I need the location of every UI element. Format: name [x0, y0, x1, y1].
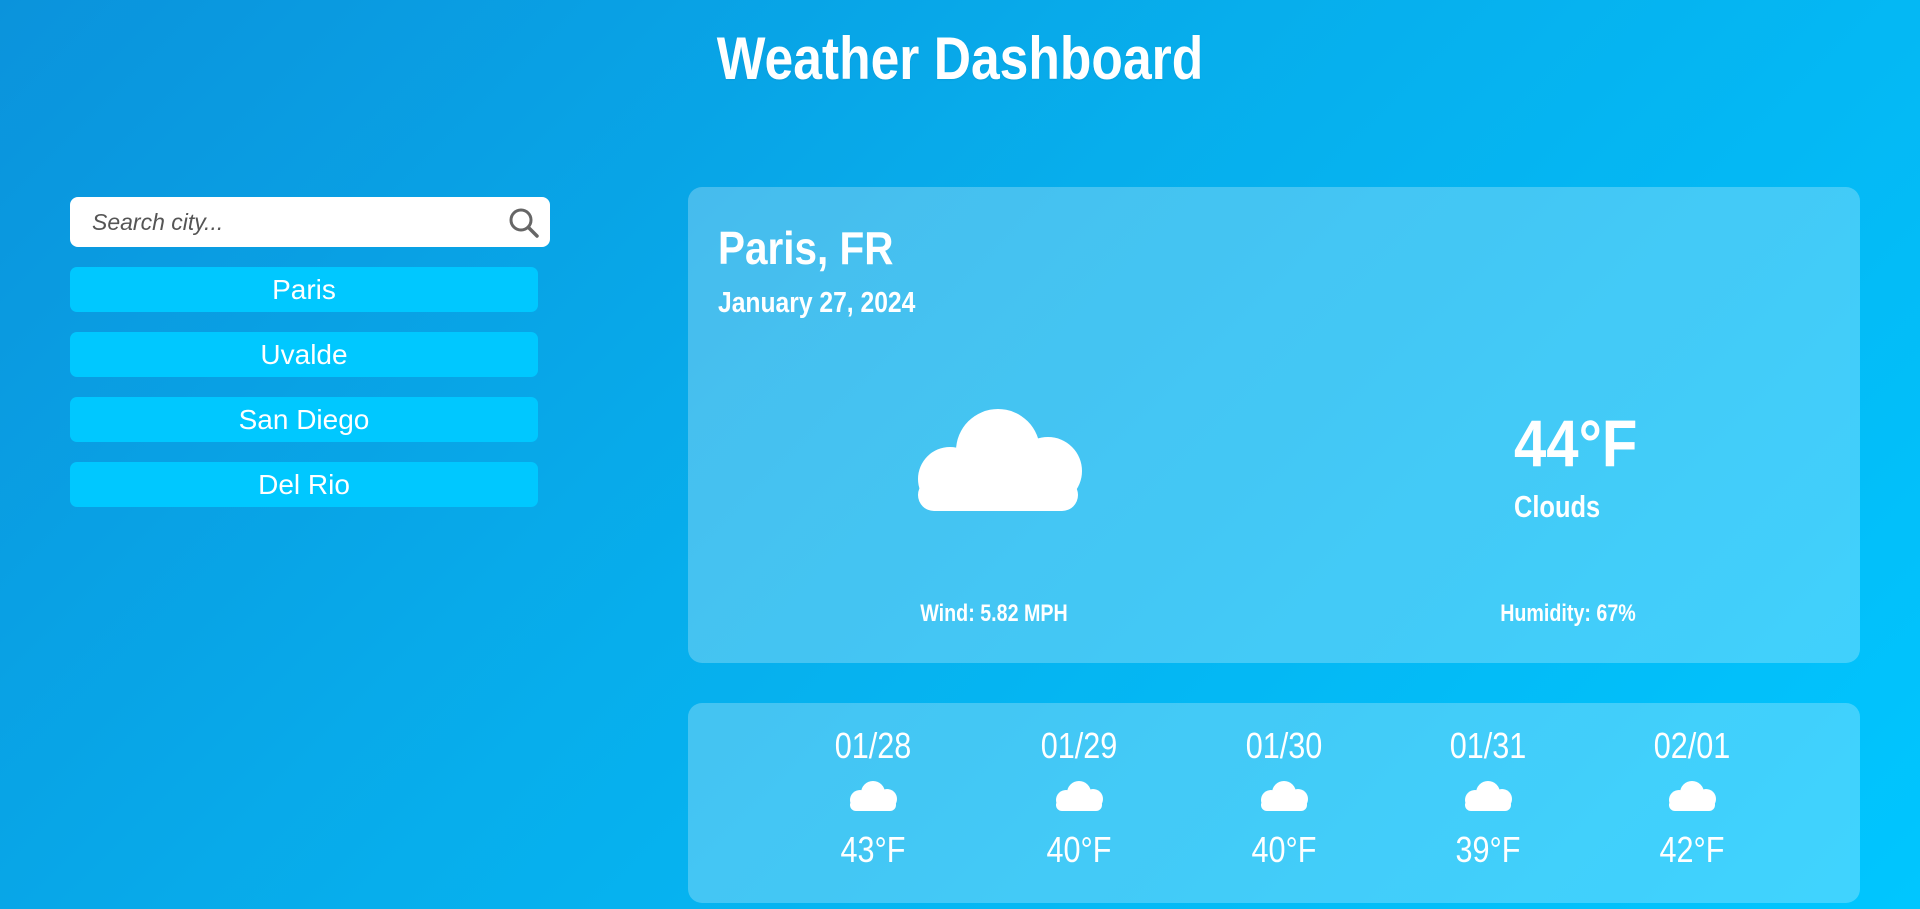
current-date: January 27, 2024 [718, 287, 916, 319]
sidebar: Paris Uvalde San Diego Del Rio [70, 197, 550, 507]
forecast-temp: 40°F [1046, 829, 1112, 870]
current-temperature: 44°F [1514, 406, 1638, 480]
humidity: Humidity: 67% [1500, 600, 1636, 627]
history-city-button[interactable]: Del Rio [70, 462, 538, 507]
history-city-button[interactable]: Uvalde [70, 332, 538, 377]
page-title: Weather Dashboard [716, 25, 1204, 92]
forecast-day: 02/01 42°F [1612, 725, 1772, 871]
cloud-icon [918, 409, 1082, 511]
cloud-icon [1261, 781, 1308, 811]
history-city-button[interactable]: Paris [70, 267, 538, 312]
forecast-date: 01/29 [1040, 725, 1118, 766]
history-city-button[interactable]: San Diego [70, 397, 538, 442]
forecast-date: 01/30 [1245, 725, 1323, 766]
cloud-icon [850, 781, 897, 811]
forecast-temp: 40°F [1251, 829, 1317, 870]
forecast-date: 01/28 [834, 725, 912, 766]
weather-description: Clouds [1514, 489, 1601, 524]
wind-speed: Wind: 5.82 MPH [920, 600, 1068, 627]
forecast-temp: 42°F [1659, 829, 1725, 870]
current-weather-card: Paris, FR January 27, 2024 44°F Clouds W… [688, 187, 1860, 663]
search-input[interactable] [70, 197, 470, 247]
forecast-date: 02/01 [1653, 725, 1731, 766]
search-bar [70, 197, 550, 247]
forecast-date: 01/31 [1449, 725, 1527, 766]
forecast-day: 01/28 43°F [793, 725, 953, 871]
search-icon[interactable] [506, 205, 542, 241]
forecast-day: 01/31 39°F [1408, 725, 1568, 871]
forecast-day: 01/30 40°F [1204, 725, 1364, 871]
current-city: Paris, FR [718, 222, 894, 274]
cloud-icon [1056, 781, 1103, 811]
forecast-day: 01/29 40°F [999, 725, 1159, 871]
cloud-icon [1465, 781, 1512, 811]
cloud-icon [1669, 781, 1716, 811]
forecast-temp: 39°F [1455, 829, 1521, 870]
forecast-temp: 43°F [840, 829, 906, 870]
forecast-card: 01/28 43°F 01/29 40°F 01/30 40°F 01/31 3… [688, 703, 1860, 903]
